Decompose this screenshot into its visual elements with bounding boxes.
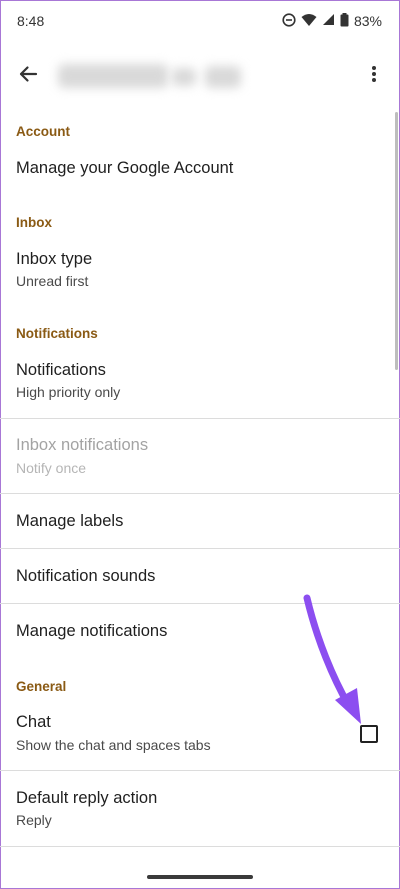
back-button[interactable] — [10, 58, 46, 94]
default-reply-action-item[interactable]: Default reply action Reply — [0, 771, 400, 845]
scrollbar[interactable] — [395, 112, 398, 370]
item-title: Notifications — [16, 361, 106, 379]
do-not-disturb-icon — [282, 12, 296, 30]
item-title: Inbox notifications — [16, 436, 149, 454]
status-time: 8:48 — [17, 13, 45, 29]
cellular-signal-icon — [322, 13, 335, 29]
inbox-notifications-item: Inbox notifications Notify once — [0, 419, 400, 493]
arrow-back-icon — [18, 64, 38, 89]
battery-icon — [340, 12, 349, 30]
item-subtitle: Show the chat and spaces tabs — [16, 737, 211, 753]
item-title: Notification sounds — [16, 567, 156, 585]
app-bar — [0, 44, 400, 108]
item-subtitle: High priority only — [16, 384, 121, 400]
more-vert-icon — [371, 65, 377, 88]
more-options-button[interactable] — [360, 58, 388, 94]
battery-percent: 83% — [353, 13, 382, 29]
redacted-account-name — [58, 64, 168, 88]
divider — [0, 846, 400, 847]
item-subtitle: Notify once — [16, 460, 87, 476]
section-header-general: General — [16, 679, 67, 694]
item-title: Default reply action — [16, 789, 158, 807]
status-icons: 83% — [282, 11, 382, 31]
section-header-inbox: Inbox — [16, 215, 52, 230]
inbox-type-item[interactable]: Inbox type Unread first — [0, 242, 400, 298]
status-bar: 8:48 83% — [0, 0, 400, 44]
notifications-item[interactable]: Notifications High priority only — [0, 352, 400, 418]
item-title: Chat — [16, 713, 51, 731]
home-indicator[interactable] — [147, 875, 253, 879]
redacted-account-name — [172, 68, 196, 86]
item-title: Inbox type — [16, 250, 93, 268]
item-subtitle: Unread first — [16, 273, 89, 289]
wifi-icon — [301, 13, 317, 30]
annotation-arrow-icon — [303, 594, 361, 724]
item-subtitle: Reply — [16, 812, 52, 828]
manage-labels-item[interactable]: Manage labels — [0, 494, 400, 548]
item-title: Manage your Google Account — [16, 159, 234, 177]
redacted-account-name — [205, 66, 241, 88]
section-header-notifications: Notifications — [16, 326, 98, 341]
item-title: Manage notifications — [16, 622, 168, 640]
item-title: Manage labels — [16, 512, 124, 530]
manage-account-item[interactable]: Manage your Google Account — [0, 148, 400, 190]
section-header-account: Account — [16, 124, 70, 139]
